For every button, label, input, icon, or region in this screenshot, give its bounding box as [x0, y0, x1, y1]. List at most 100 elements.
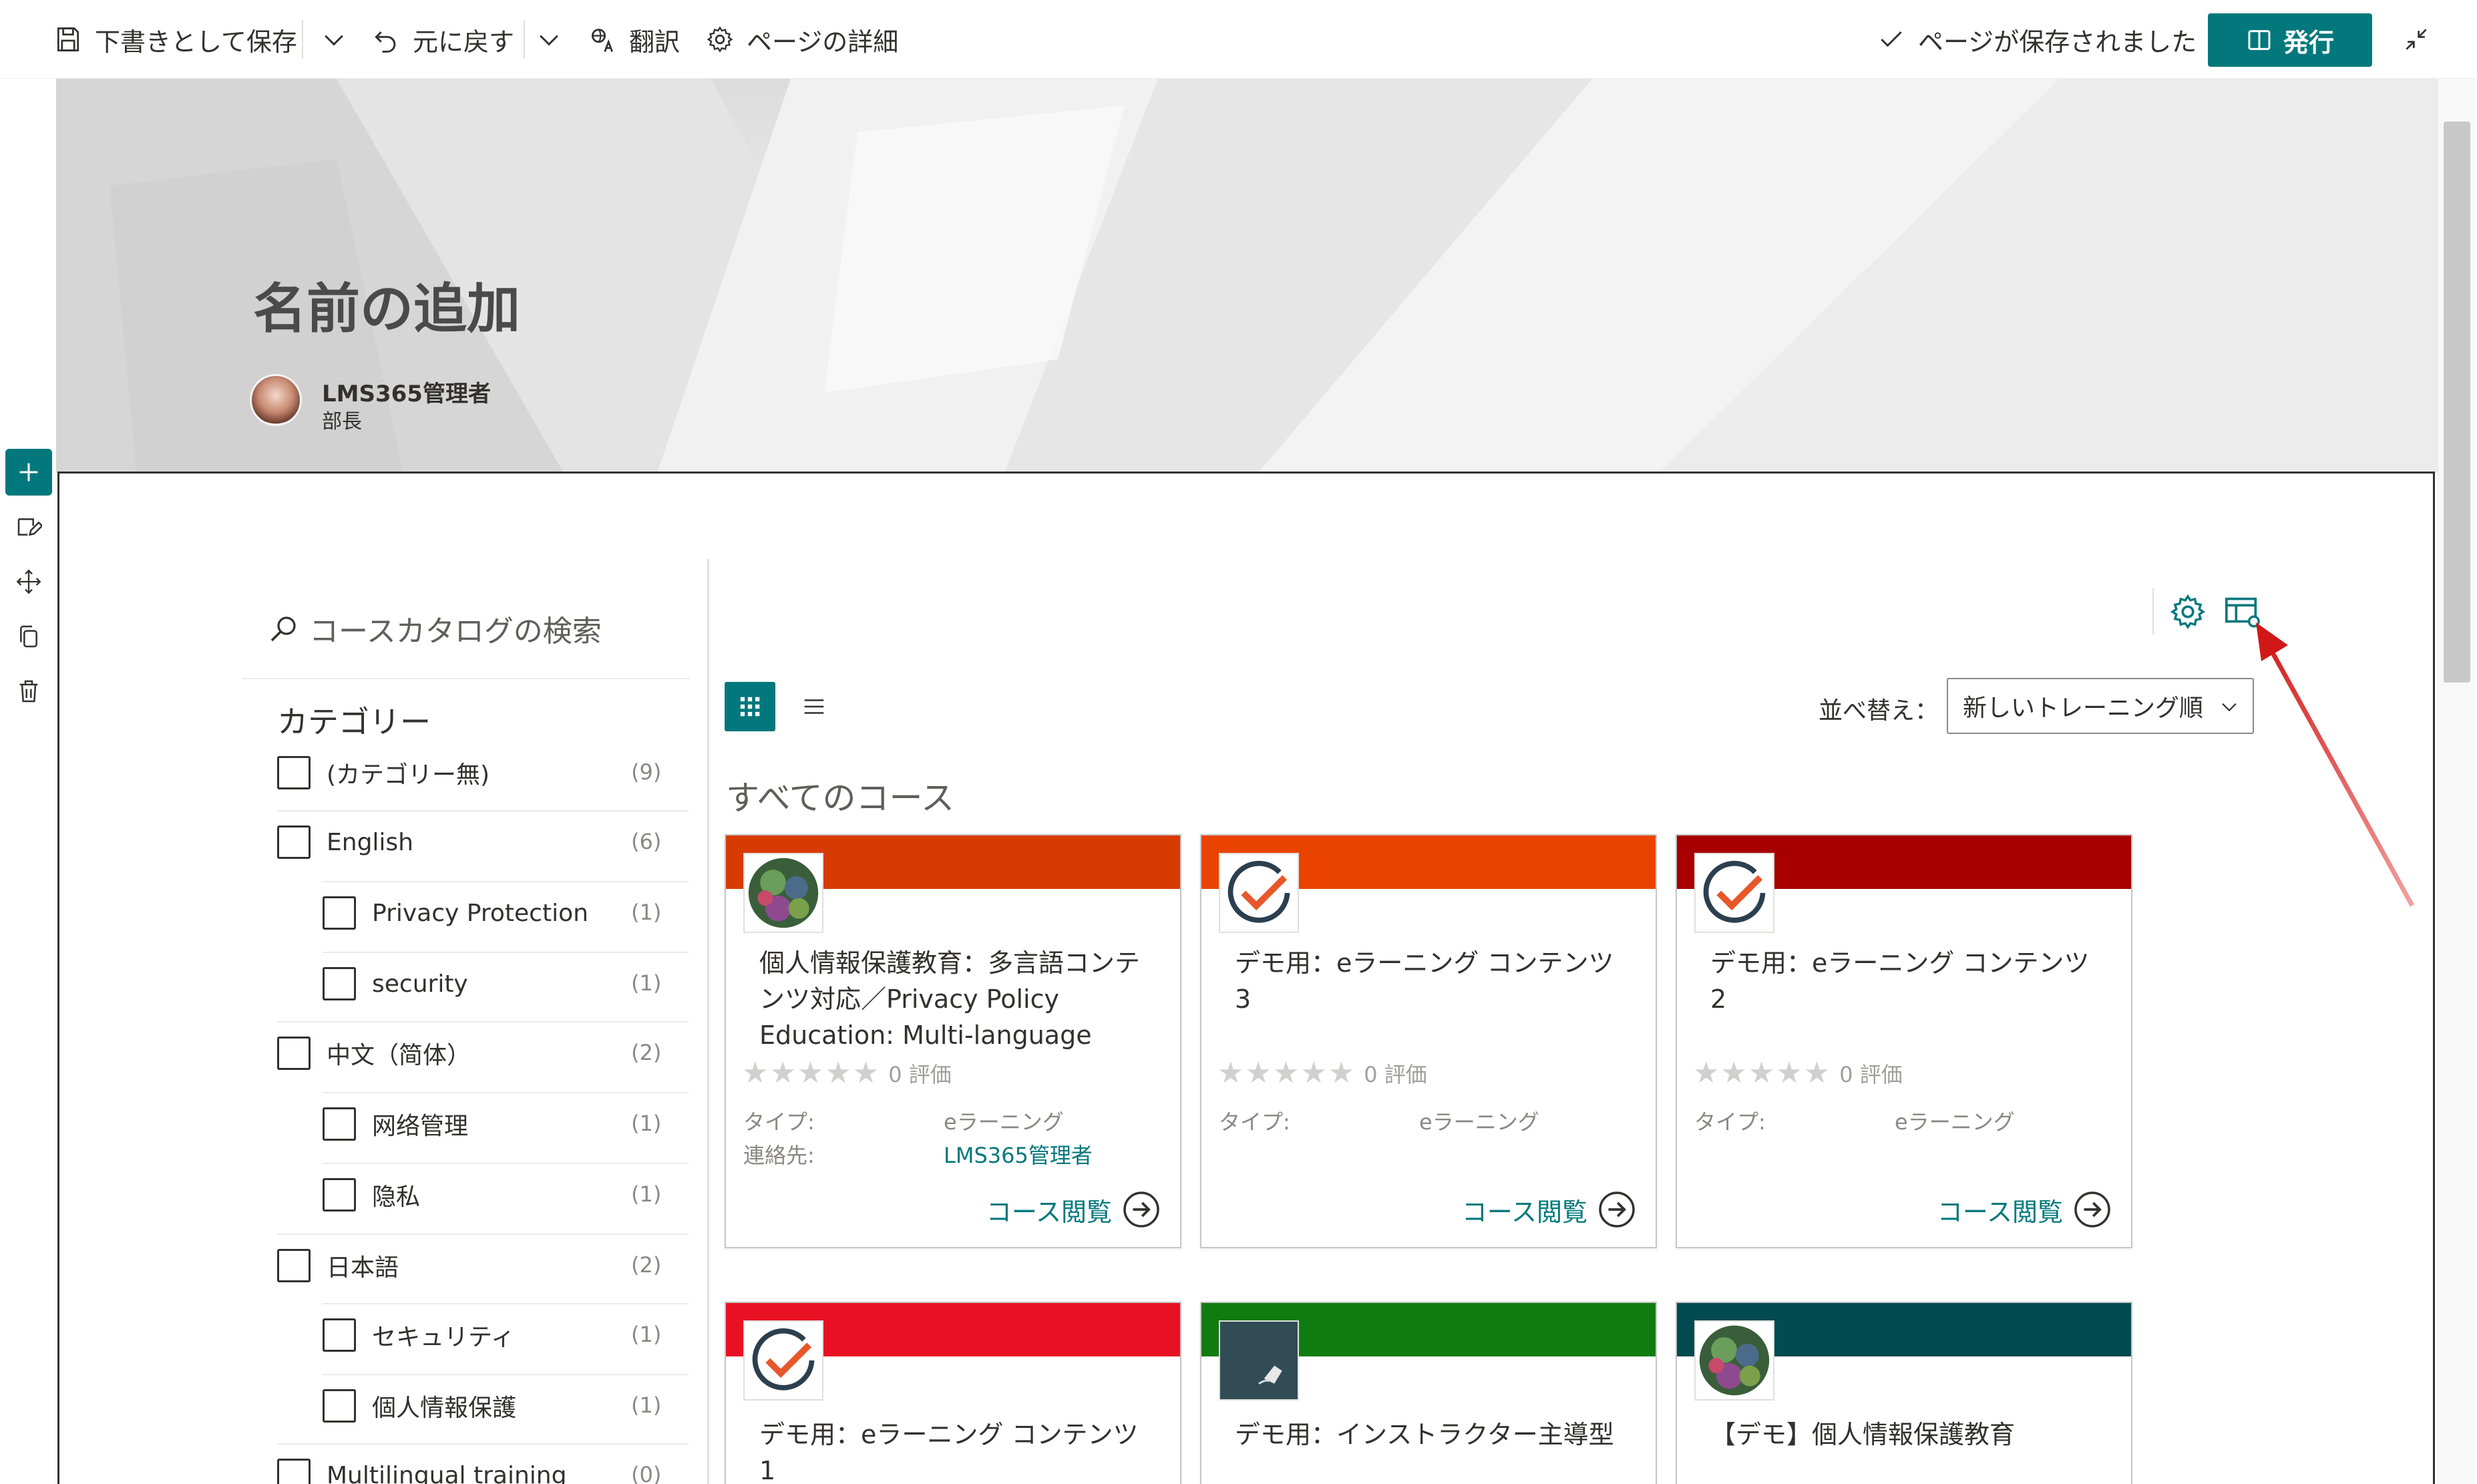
category-item[interactable]: Privacy Protection — [323, 878, 588, 948]
edit-webpart-button[interactable] — [5, 504, 52, 550]
save-options-chevron[interactable] — [319, 0, 361, 79]
view-course-link[interactable]: コース閲覧 — [1462, 1189, 1637, 1230]
view-course-link[interactable]: コース閲覧 — [986, 1189, 1161, 1230]
undo-icon — [375, 31, 396, 53]
category-count: (1) — [631, 1181, 662, 1207]
course-thumbnail — [1219, 1320, 1299, 1401]
author-name[interactable]: LMS365管理者 — [322, 375, 491, 408]
rating-count: 0 評価 — [888, 1061, 952, 1087]
category-checkbox[interactable] — [323, 1178, 356, 1212]
category-checkbox[interactable] — [323, 1389, 356, 1423]
type-value: eラーニング — [1419, 1109, 1539, 1135]
category-item[interactable]: (カテゴリー無) — [277, 738, 490, 807]
star-icons: ★★★★★ — [742, 1056, 881, 1090]
category-checkbox[interactable] — [277, 756, 311, 789]
add-webpart-button[interactable] — [5, 449, 52, 496]
collapse-button[interactable] — [2402, 0, 2443, 79]
category-label: Privacy Protection — [372, 899, 588, 927]
category-item[interactable]: security — [323, 949, 468, 1018]
search-icon — [270, 616, 296, 642]
list-view-button[interactable] — [789, 682, 839, 731]
category-item[interactable]: English — [277, 807, 413, 877]
course-title[interactable]: デモ用：eラーニング コンテンツ 2 — [1710, 945, 2111, 1017]
rating-count: 0 評価 — [1839, 1061, 1903, 1087]
page-scrollbar[interactable] — [2438, 79, 2475, 1484]
category-checkbox[interactable] — [323, 1107, 356, 1141]
category-item[interactable]: Multilingual training — [277, 1441, 566, 1484]
category-checkbox[interactable] — [277, 825, 311, 859]
category-divider — [323, 1374, 689, 1375]
category-label: 中文（简体） — [327, 1042, 471, 1069]
gear-icon[interactable] — [2168, 592, 2207, 631]
duplicate-webpart-button[interactable] — [5, 613, 52, 660]
view-course-label: コース閲覧 — [1937, 1197, 2063, 1227]
list-icon — [804, 699, 824, 714]
course-card[interactable]: デモ用：eラーニング コンテンツ 2 ★★★★★ 0 評価 タイプ: eラーニング … — [1676, 834, 2132, 1248]
collapse-icon — [2406, 29, 2427, 50]
category-count: (1) — [631, 900, 662, 925]
trash-icon — [19, 680, 38, 703]
category-divider — [277, 810, 689, 811]
chevron-down-icon — [325, 35, 343, 46]
catalog-filter-panel: コースカタログの検索 カテゴリー (カテゴリー無) English Privac… — [59, 474, 707, 1484]
view-course-link[interactable]: コース閲覧 — [1937, 1189, 2112, 1230]
category-label: 個人情報保護 — [372, 1395, 517, 1422]
type-value: eラーニング — [1895, 1109, 2015, 1135]
category-item[interactable]: 個人情報保護 — [323, 1371, 516, 1441]
category-checkbox[interactable] — [323, 1318, 356, 1352]
category-checkbox[interactable] — [323, 967, 356, 1000]
page-details-button[interactable]: ページの詳細 — [705, 0, 898, 79]
course-type: タイプ: eラーニング — [743, 1105, 1064, 1136]
category-checkbox[interactable] — [323, 896, 356, 930]
course-card[interactable]: デモ用：eラーニング コンテンツ 1 — [725, 1302, 1181, 1484]
course-title[interactable]: デモ用：インストラクター主導型 — [1235, 1417, 1636, 1453]
category-count: (1) — [631, 1322, 662, 1347]
sort-dropdown[interactable]: 新しいトレーニング順 — [1947, 678, 2254, 734]
course-title[interactable]: 個人情報保護教育：多言語コンテンツ対応／Privacy Policy Educa… — [759, 945, 1160, 1053]
category-checkbox[interactable] — [277, 1459, 311, 1484]
layout-settings-icon[interactable] — [2223, 592, 2262, 631]
course-card[interactable]: 個人情報保護教育：多言語コンテンツ対応／Privacy Policy Educa… — [725, 834, 1181, 1248]
course-title[interactable]: 【デモ】個人情報保護教育 — [1710, 1417, 2111, 1453]
category-item[interactable]: 中文（简体） — [277, 1018, 471, 1088]
catalog-search[interactable]: コースカタログの検索 — [268, 607, 602, 650]
category-item[interactable]: 隐私 — [323, 1160, 420, 1230]
checkmark-icon — [1881, 31, 1902, 47]
category-checkbox[interactable] — [277, 1037, 311, 1070]
category-checkbox[interactable] — [277, 1249, 311, 1282]
star-icons: ★★★★★ — [1217, 1056, 1356, 1090]
grid-view-button[interactable] — [725, 682, 775, 731]
course-card[interactable]: デモ用：eラーニング コンテンツ 3 ★★★★★ 0 評価 タイプ: eラーニング … — [1200, 834, 1657, 1248]
publish-button[interactable]: 発行 — [2208, 13, 2372, 67]
save-draft-button[interactable]: 下書きとして保存 — [53, 0, 297, 79]
category-divider — [323, 1303, 689, 1304]
delete-webpart-button[interactable] — [5, 668, 52, 715]
category-item[interactable]: セキュリティ — [323, 1300, 515, 1370]
contact-link[interactable]: LMS365管理者 — [944, 1139, 1093, 1169]
category-divider — [323, 1092, 689, 1093]
course-title[interactable]: デモ用：eラーニング コンテンツ 1 — [759, 1417, 1160, 1484]
edit-icon — [17, 518, 42, 536]
toolbar-divider — [524, 20, 525, 59]
check-circle-icon — [1227, 860, 1290, 923]
book-open-icon — [2248, 30, 2271, 50]
undo-options-chevron[interactable] — [534, 0, 576, 79]
course-title[interactable]: デモ用：eラーニング コンテンツ 3 — [1235, 945, 1636, 1017]
arrow-right-circle-icon — [2074, 1191, 2110, 1228]
move-webpart-button[interactable] — [5, 558, 52, 605]
undo-button[interactable]: 元に戻す — [371, 0, 514, 79]
category-count: (0) — [631, 1462, 662, 1484]
check-circle-icon — [1703, 860, 1766, 923]
page-title[interactable]: 名前の追加 — [253, 266, 520, 343]
scrollbar-thumb[interactable] — [2444, 122, 2470, 683]
copy-icon — [20, 625, 37, 648]
course-card[interactable]: 【デモ】個人情報保護教育 — [1676, 1302, 2132, 1484]
course-catalog-webpart[interactable]: コースカタログの検索 カテゴリー (カテゴリー無) English Privac… — [57, 472, 2435, 1484]
page-details-label: ページの詳細 — [747, 27, 899, 57]
check-circle-icon — [752, 1328, 815, 1390]
translate-button[interactable]: 翻訳 — [588, 0, 680, 79]
category-item[interactable]: 日本語 — [277, 1231, 399, 1300]
category-item[interactable]: 网络管理 — [323, 1089, 468, 1159]
category-label: 日本語 — [327, 1254, 399, 1282]
course-card[interactable]: デモ用：インストラクター主導型 — [1200, 1302, 1657, 1484]
